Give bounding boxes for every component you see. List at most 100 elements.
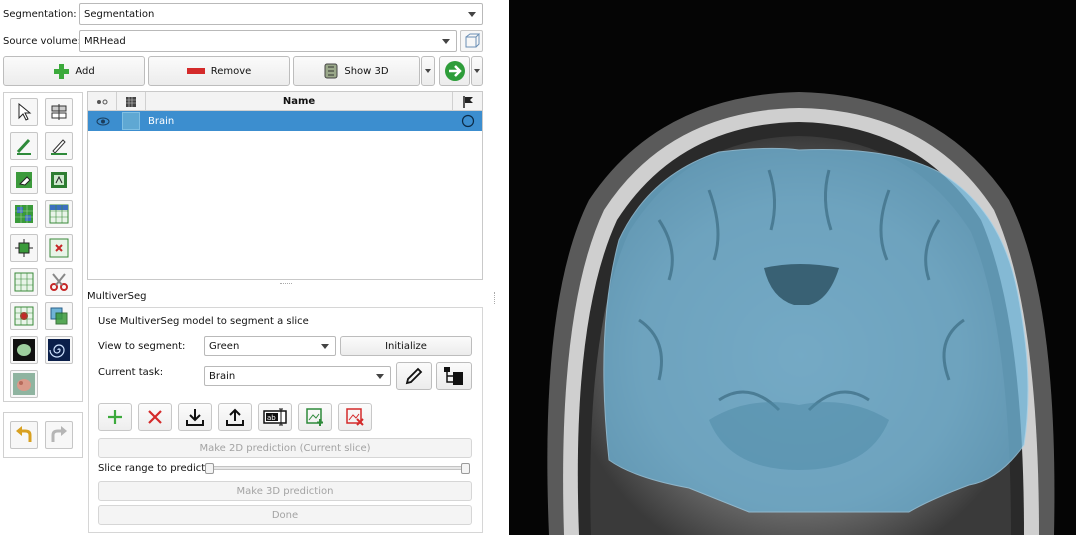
edit-task-button[interactable] [396,362,432,390]
spiral-icon [48,339,70,361]
add-context-button[interactable] [298,403,332,431]
remove-context-button[interactable] [338,403,372,431]
view-to-segment-select[interactable]: Green [204,336,336,356]
current-task-value: Brain [209,370,236,382]
current-task-label: Current task: [98,367,164,378]
export-options-button[interactable] [471,56,483,86]
source-volume-value: MRHead [84,35,126,47]
geometry-button[interactable] [460,30,483,52]
slice-range-slider[interactable] [205,463,470,474]
multiverseg-tool[interactable] [45,336,73,364]
rename-button[interactable]: ab [258,403,292,431]
resize-grip[interactable] [280,283,292,285]
plus-icon [54,64,70,79]
show-3d-button[interactable]: Show 3D [293,56,420,86]
slider-max-handle[interactable] [461,463,470,474]
no-editing-tool[interactable] [10,98,38,126]
mask-volume-tool[interactable] [10,336,38,364]
panel-splitter[interactable] [486,0,509,535]
grow-from-seeds-tool[interactable] [10,200,38,228]
paint-tool[interactable] [10,132,38,160]
undo-button[interactable] [10,421,38,449]
threshold-tool[interactable] [45,98,73,126]
redo-button[interactable] [45,421,73,449]
remove-segment-button[interactable]: Remove [148,56,290,86]
source-volume-select[interactable]: MRHead [79,30,457,52]
add-label: Add [75,65,95,77]
folder-tree-icon [444,367,463,385]
pencil-icon [405,367,423,385]
mri-slice-image [509,0,1076,535]
view-to-segment-value: Green [209,340,240,352]
segment-name-cell[interactable]: Brain [148,111,448,131]
add-segment-button[interactable]: Add [3,56,145,86]
make-2d-prediction-button[interactable]: Make 2D prediction (Current slice) [98,438,472,458]
scissors-icon [50,273,68,291]
segment-editor-panel: Segmentation: Segmentation Source volume… [0,0,486,535]
hollow-tool[interactable] [45,234,73,262]
name-header-label: Name [282,96,316,107]
image-add-icon [306,408,323,426]
task-folder-button[interactable] [436,362,472,390]
erase-tool[interactable] [10,166,38,194]
segmentation-value: Segmentation [84,8,155,20]
smoothing-icon [14,272,34,292]
status-circle-icon [461,114,474,128]
color-column-header[interactable] [117,92,146,111]
splitter-grip [494,292,496,304]
segment-status-cell[interactable] [453,111,482,131]
segment-name: Brain [148,115,175,127]
segmentation-select[interactable]: Segmentation [79,3,483,25]
table-row[interactable]: Brain [88,111,482,131]
effects-toolbar [3,92,83,402]
remove-label: Remove [210,65,252,77]
margin-icon [15,239,33,257]
download-icon [186,409,204,426]
segmentation-label: Segmentation: [3,9,77,20]
segment-brain-tool[interactable] [10,370,38,398]
segment-color-swatch[interactable] [119,111,143,131]
done-button[interactable]: Done [98,505,472,525]
delete-button[interactable] [138,403,172,431]
chevron-down-icon [474,69,480,73]
segments-table[interactable]: Name Brain [87,91,483,280]
slice-view[interactable] [509,0,1076,535]
color-swatch [122,112,140,130]
cube-icon [465,33,480,48]
add-button[interactable] [98,403,132,431]
close-icon [148,410,162,424]
make-3d-prediction-button[interactable]: Make 3D prediction [98,481,472,501]
logical-operators-tool[interactable] [45,302,73,330]
show-3d-options-button[interactable] [421,56,435,86]
draw-tool[interactable] [45,132,73,160]
status-column-header[interactable] [453,92,482,111]
islands-tool[interactable] [10,302,38,330]
text-field-icon: ab [263,408,287,426]
name-column-header[interactable]: Name [146,92,453,111]
margin-tool[interactable] [10,234,38,262]
logical-operators-icon [50,307,68,325]
paint-brush-icon [16,138,31,155]
upload-icon [226,408,244,426]
current-task-select[interactable]: Brain [204,366,391,386]
level-tracing-tool[interactable] [45,166,73,194]
download-button[interactable] [178,403,212,431]
eraser-icon [16,172,32,188]
slider-min-handle[interactable] [205,463,214,474]
initialize-button[interactable]: Initialize [340,336,472,356]
hollow-icon [49,238,69,258]
make-2d-label: Make 2D prediction (Current slice) [199,442,371,454]
arrow-right-circle-icon [444,61,465,81]
scissors-tool[interactable] [45,268,73,296]
undo-redo-group [3,412,83,458]
fill-between-slices-icon [49,204,69,224]
upload-button[interactable] [218,403,252,431]
smoothing-tool[interactable] [10,268,38,296]
undo-icon [16,426,32,442]
fill-between-slices-tool[interactable] [45,200,73,228]
chevron-down-icon [442,39,450,44]
visibility-column-header[interactable] [88,92,117,111]
visibility-toggle[interactable] [88,111,117,131]
image-remove-icon [346,408,364,426]
export-button[interactable] [439,56,470,86]
